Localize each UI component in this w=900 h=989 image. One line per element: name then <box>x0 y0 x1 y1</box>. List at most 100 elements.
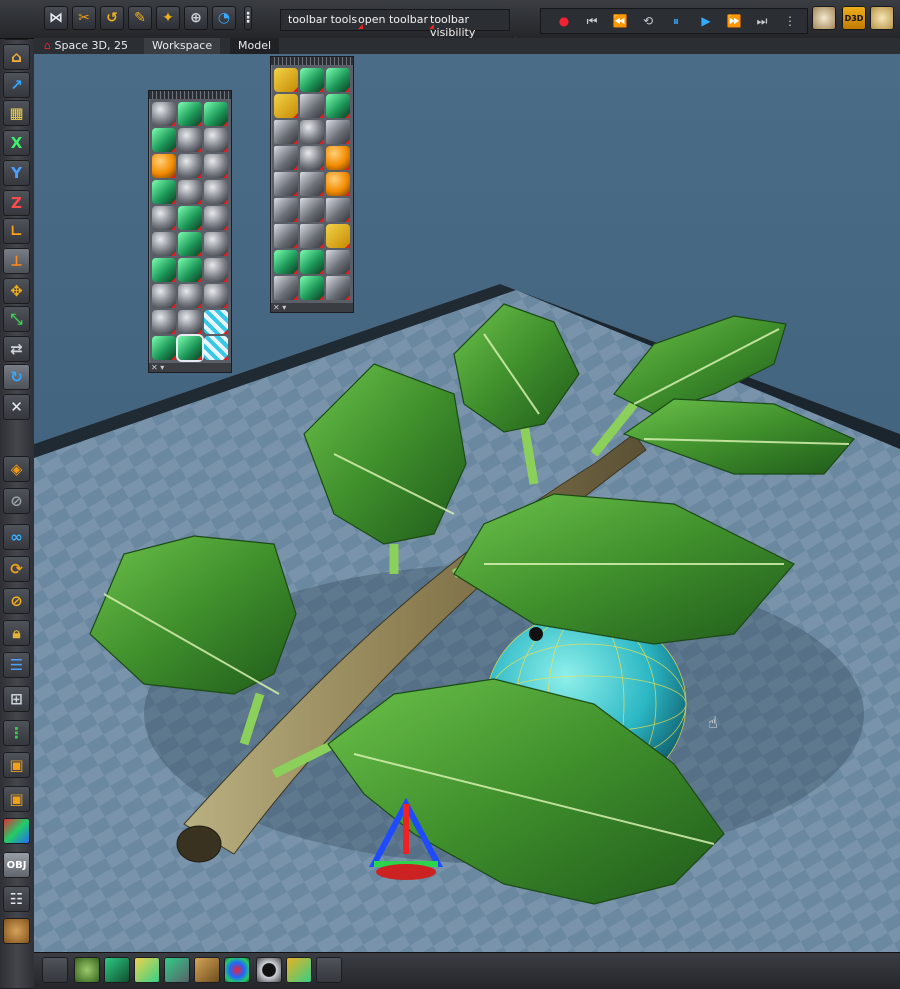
link-icon[interactable]: ∞ <box>3 524 30 550</box>
tool-pipe-icon[interactable] <box>204 258 228 282</box>
tool-spring-icon[interactable] <box>178 258 202 282</box>
tool-ring-icon[interactable] <box>204 154 228 178</box>
tool-mesh-icon[interactable] <box>300 172 324 196</box>
tool-lattice-icon[interactable] <box>300 198 324 222</box>
loop-icon[interactable]: ⟲ <box>638 11 658 31</box>
tool-text3d-icon[interactable] <box>326 198 350 222</box>
tool-deform-icon[interactable] <box>326 172 350 196</box>
tool-paint-icon[interactable] <box>152 336 176 360</box>
tool-grid-icon[interactable] <box>300 224 324 248</box>
grid-plane-icon[interactable]: ▦ <box>3 100 30 126</box>
tool-sphere-icon[interactable] <box>152 102 176 126</box>
menu-toolbar-tools[interactable]: toolbar tools <box>288 13 364 29</box>
tool-extrude-icon[interactable] <box>326 120 350 144</box>
overflow-icon[interactable]: ⋮ <box>241 6 255 30</box>
list-icon[interactable]: ☷ <box>3 886 30 912</box>
hierarchy-icon[interactable]: ⋮ <box>3 720 30 746</box>
tool-wedge-icon[interactable] <box>274 198 298 222</box>
tool-dome-icon[interactable] <box>152 206 176 230</box>
cone-icon[interactable] <box>164 957 190 983</box>
panel-right-grip[interactable] <box>271 57 353 65</box>
select-icon[interactable]: ⋈ <box>44 6 68 30</box>
globe-icon[interactable] <box>870 6 894 30</box>
tool-bend-icon[interactable] <box>274 146 298 170</box>
reset-transform-icon[interactable]: ✕ <box>3 394 30 420</box>
scale-tool-icon[interactable]: ⤡ <box>3 306 30 332</box>
lock-icon[interactable]: 🔒︎ <box>3 620 30 646</box>
tool-chain-icon[interactable] <box>178 284 202 308</box>
align-tool-icon[interactable]: ⇄ <box>3 336 30 362</box>
menu-open-toolbar[interactable]: open toolbar <box>358 13 435 29</box>
obj-export-icon[interactable]: OBJ <box>3 852 30 878</box>
tool-select-icon[interactable] <box>152 180 176 204</box>
list-panel-icon[interactable] <box>316 957 342 983</box>
plate-icon[interactable] <box>812 6 836 30</box>
d3d-icon[interactable]: D3D <box>842 6 866 30</box>
zoom-icon[interactable]: ⊕ <box>184 6 208 30</box>
lock-group-icon[interactable]: ▣ <box>3 786 30 812</box>
tool-lathe-icon[interactable] <box>326 68 350 92</box>
material-icon[interactable] <box>3 918 30 944</box>
tab-model[interactable]: Model <box>230 38 280 54</box>
tool-half-sphere-icon[interactable] <box>178 310 202 334</box>
tool-array-icon[interactable] <box>326 250 350 274</box>
tool-scatter-icon[interactable] <box>300 276 324 300</box>
stairs-icon[interactable] <box>194 957 220 983</box>
go-start-icon[interactable]: ⏮ <box>582 11 602 31</box>
tool-sweep-icon[interactable] <box>274 94 298 118</box>
tool-twist-icon[interactable] <box>300 146 324 170</box>
rotate-tool-icon[interactable]: ↻ <box>3 364 30 390</box>
tool-torus-icon[interactable] <box>204 128 228 152</box>
tool-polygon-icon[interactable] <box>300 250 324 274</box>
tool-gear-icon[interactable] <box>152 232 176 256</box>
tool-cylinder-icon[interactable] <box>152 128 176 152</box>
tool-slice-icon[interactable] <box>274 172 298 196</box>
tool-tube-icon[interactable] <box>152 258 176 282</box>
tool-pipe2-icon[interactable] <box>300 94 324 118</box>
home-icon[interactable]: ⌂ <box>3 44 30 70</box>
tool-texture-icon[interactable] <box>204 336 228 360</box>
undo-icon[interactable]: ↺ <box>100 6 124 30</box>
y-axis-icon[interactable]: Y <box>3 160 30 186</box>
panel-right-footer[interactable]: ✕ ▾ <box>271 303 353 312</box>
tool-corner-icon[interactable] <box>326 276 350 300</box>
step-forward-icon[interactable]: ⏩ <box>724 11 744 31</box>
stack-icon[interactable] <box>134 957 160 983</box>
tool-bevel-icon[interactable] <box>178 154 202 178</box>
tool-pyramid-icon[interactable] <box>204 102 228 126</box>
tool-cube2-icon[interactable] <box>178 206 202 230</box>
transform-tool-icon[interactable]: ⟂ <box>3 248 30 274</box>
tool-cluster-icon[interactable] <box>152 310 176 334</box>
tool-play-icon[interactable] <box>204 180 228 204</box>
tool-box-icon[interactable] <box>178 128 202 152</box>
tool-plane-icon[interactable] <box>204 310 228 334</box>
axis-one-icon[interactable]: ↗ <box>3 72 30 98</box>
cursor-tool-icon[interactable] <box>286 957 312 983</box>
camera-cube-icon[interactable]: ◈ <box>3 456 30 482</box>
lock-object-icon[interactable]: ▣ <box>3 752 30 778</box>
tool-paint-select-icon[interactable] <box>178 336 202 360</box>
move-tool-icon[interactable]: ✥ <box>3 278 30 304</box>
menu-toolbar-visibility[interactable]: toolbar visibility <box>430 13 516 42</box>
tool-cube-icon[interactable] <box>178 102 202 126</box>
cut-icon[interactable]: ✂ <box>72 6 96 30</box>
tool-bolt-icon[interactable] <box>204 284 228 308</box>
measure-icon[interactable]: ⊘ <box>3 588 30 614</box>
tool-disk-icon[interactable] <box>204 206 228 230</box>
palette-icon[interactable] <box>224 957 250 983</box>
x-axis-icon[interactable]: X <box>3 130 30 156</box>
record-icon[interactable]: ● <box>554 11 574 31</box>
tool-ball-icon[interactable] <box>204 232 228 256</box>
more-icon[interactable]: ⋮ <box>780 11 800 31</box>
pick-icon[interactable]: ✎ <box>128 6 152 30</box>
scatter-icon[interactable]: ✦ <box>156 6 180 30</box>
tool-face-icon[interactable] <box>178 180 202 204</box>
pause-icon[interactable]: ⏸ <box>666 11 686 31</box>
color-cube-icon[interactable] <box>3 818 30 844</box>
tool-edit-icon[interactable] <box>152 154 176 178</box>
tool-frame-icon[interactable] <box>300 68 324 92</box>
tool-flat-icon[interactable] <box>274 224 298 248</box>
tool-crate-icon[interactable] <box>274 276 298 300</box>
axes-view-icon[interactable] <box>42 957 68 983</box>
paint-sphere-icon[interactable] <box>74 957 100 983</box>
